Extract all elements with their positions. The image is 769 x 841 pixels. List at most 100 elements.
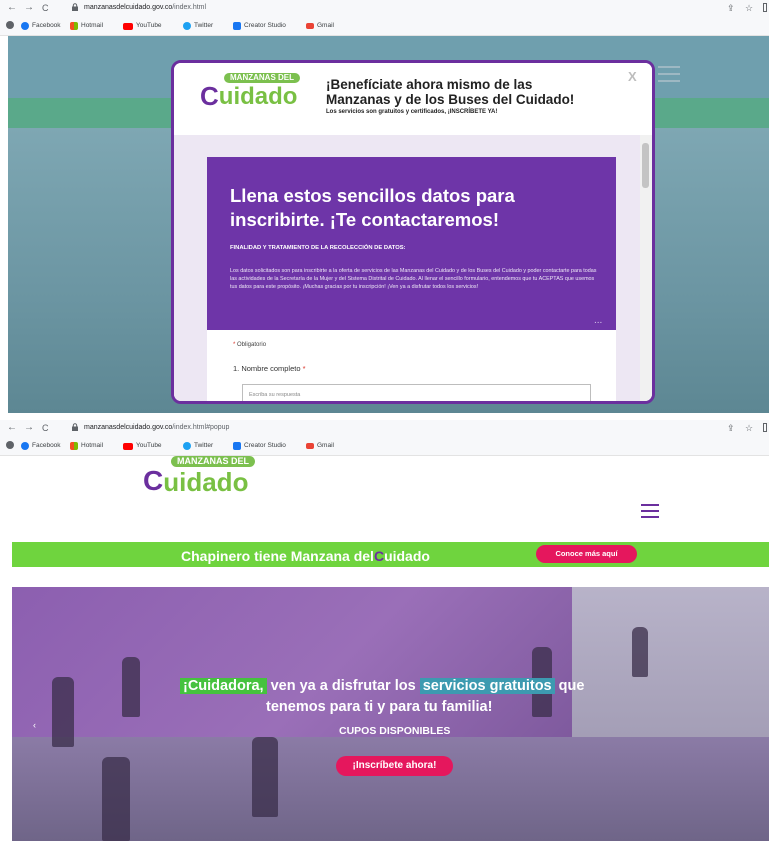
star-icon[interactable]: ☆ <box>745 422 753 434</box>
screenshot-modal-state: ← → C manzanasdelcuidado.gov.co/index.ht… <box>0 0 769 413</box>
address-bar[interactable]: manzanasdelcuidado.gov.co/index.html#pop… <box>84 423 229 433</box>
facebook-icon <box>21 442 29 450</box>
carousel-prev-icon[interactable]: ‹ <box>33 720 36 730</box>
star-icon[interactable]: ☆ <box>745 2 753 14</box>
twitter-icon <box>183 442 191 450</box>
bookmark-creator-studio[interactable]: Creator Studio <box>233 21 286 31</box>
bookmark-label: Creator Studio <box>244 442 286 449</box>
creator-studio-icon <box>233 22 241 30</box>
bookmark-label: Twitter <box>194 22 214 29</box>
youtube-icon <box>123 22 133 30</box>
hero-photo-figure <box>52 677 74 747</box>
bookmark-facebook[interactable]: Facebook <box>21 21 61 31</box>
hero-cupos: CUPOS DISPONIBLES <box>339 725 451 737</box>
form-heading: Llena estos sencillos datos para inscrib… <box>230 185 515 230</box>
close-icon[interactable]: X <box>628 69 637 84</box>
logo-top-text: MANZANAS DEL <box>224 73 300 83</box>
bookmark-twitter[interactable]: Twitter <box>183 441 213 451</box>
bookmark-hotmail[interactable]: Hotmail <box>70 441 103 451</box>
bookmark-label: YouTube <box>136 442 162 449</box>
bookmark-label: Hotmail <box>81 442 104 449</box>
back-button[interactable]: ← <box>7 422 17 434</box>
answer-placeholder: Escriba su respuesta <box>249 392 301 398</box>
apple-c-icon: C <box>373 548 385 564</box>
form-section-text: Los datos solicitados son para inscribir… <box>230 268 597 291</box>
bookmark-label: Hotmail <box>81 22 104 29</box>
apps-icon[interactable] <box>6 21 14 29</box>
bookmarks-bar: Facebook Hotmail YouTube Twitter Creator… <box>0 17 769 36</box>
form-section-title: FINALIDAD Y TRATAMIENTO DE LA RECOLECCIÓ… <box>230 245 406 251</box>
required-note: * Obligatorio <box>233 342 266 348</box>
promo-text-a: Chapinero tiene <box>181 548 287 564</box>
logo-bottom-text: uidado <box>218 82 298 110</box>
signup-now-button[interactable]: ¡Inscríbete ahora! <box>336 756 453 776</box>
bookmark-label: Twitter <box>194 442 214 449</box>
form-header: Llena estos sencillos datos para inscrib… <box>207 157 616 330</box>
scrollbar-thumb[interactable] <box>642 143 649 188</box>
required-star: * <box>233 342 236 348</box>
hero-highlight-1: ¡Cuidadora, <box>180 678 267 694</box>
bookmark-creator-studio[interactable]: Creator Studio <box>233 441 286 451</box>
share-icon[interactable]: ⇪ <box>727 422 735 434</box>
browser-toolbar: ← → C manzanasdelcuidado.gov.co/index.ht… <box>0 0 769 17</box>
apps-icon[interactable] <box>6 441 14 449</box>
share-icon[interactable]: ⇪ <box>727 2 735 14</box>
bookmark-label: Creator Studio <box>244 22 286 29</box>
youtube-icon <box>123 442 133 450</box>
menu-icon[interactable] <box>641 504 659 522</box>
hero-photo-figure <box>252 737 278 817</box>
hotmail-icon <box>70 442 78 450</box>
more-icon[interactable]: ... <box>594 315 602 326</box>
question-1-text: 1. Nombre completo <box>233 364 301 373</box>
hero-highlight-2: servicios gratuitos <box>419 678 555 694</box>
back-button[interactable]: ← <box>7 2 17 14</box>
learn-more-button[interactable]: Conoce más aquí <box>536 545 637 563</box>
gmail-icon <box>306 443 314 449</box>
screenshot-home-state: ← → C manzanasdelcuidado.gov.co/index.ht… <box>0 420 769 841</box>
hero-headline-line-2: tenemos para ti y para tu familia! <box>266 699 493 715</box>
logo-bottom-text: uidado <box>163 466 249 497</box>
forward-button[interactable]: → <box>24 422 34 434</box>
bookmark-youtube[interactable]: YouTube <box>123 441 162 451</box>
apple-c-icon: C <box>200 80 219 111</box>
brand-logo[interactable]: MANZANAS DEL Cuidado <box>143 456 255 495</box>
hero-photo-figure <box>102 757 130 841</box>
hero-text-2: que <box>558 678 585 694</box>
bookmark-gmail[interactable]: Gmail <box>306 21 334 31</box>
logo-bottom: Cuidado <box>143 466 249 497</box>
url-host: manzanasdelcuidado.gov.co <box>84 424 173 431</box>
lock-icon <box>72 423 78 431</box>
form-card: Llena estos sencillos datos para inscrib… <box>207 157 616 401</box>
url-path: /index.html <box>172 4 207 11</box>
forward-button[interactable]: → <box>24 2 34 14</box>
bookmarks-bar: Facebook Hotmail YouTube Twitter Creator… <box>0 437 769 456</box>
promo-text-b: Manzana del <box>290 548 374 564</box>
modal-scrollbar[interactable] <box>640 135 652 401</box>
full-name-input[interactable]: Escriba su respuesta <box>242 384 591 401</box>
required-star: * <box>302 364 306 373</box>
reload-button[interactable]: C <box>42 422 49 434</box>
menu-icon-dimmed <box>658 66 680 87</box>
bookmark-twitter[interactable]: Twitter <box>183 21 213 31</box>
bookmark-gmail[interactable]: Gmail <box>306 441 334 451</box>
url-host: manzanasdelcuidado.gov.co <box>84 4 173 11</box>
bookmark-youtube[interactable]: YouTube <box>123 21 162 31</box>
signup-modal: MANZANAS DEL Cuidado ¡Benefíciate ahora … <box>171 60 655 404</box>
logo-bottom: Cuidado <box>200 83 297 109</box>
bookmark-facebook[interactable]: Facebook <box>21 441 61 451</box>
modal-subtitle: Los servicios son gratuitos y certificad… <box>326 109 498 115</box>
twitter-icon <box>183 22 191 30</box>
promo-text-c: uidado <box>384 548 430 564</box>
address-bar[interactable]: manzanasdelcuidado.gov.co/index.html <box>84 3 206 13</box>
bookmark-hotmail[interactable]: Hotmail <box>70 21 103 31</box>
bookmark-label: Facebook <box>32 22 61 29</box>
bookmark-label: YouTube <box>136 22 162 29</box>
reload-button[interactable]: C <box>42 2 49 14</box>
side-panel-icon[interactable] <box>763 423 767 432</box>
bookmark-label: Gmail <box>317 22 334 29</box>
url-path: /index.html#popup <box>172 424 230 431</box>
bookmark-label: Facebook <box>32 442 61 449</box>
brand-logo: MANZANAS DEL Cuidado <box>200 73 300 109</box>
side-panel-icon[interactable] <box>763 3 767 12</box>
hotmail-icon <box>70 22 78 30</box>
